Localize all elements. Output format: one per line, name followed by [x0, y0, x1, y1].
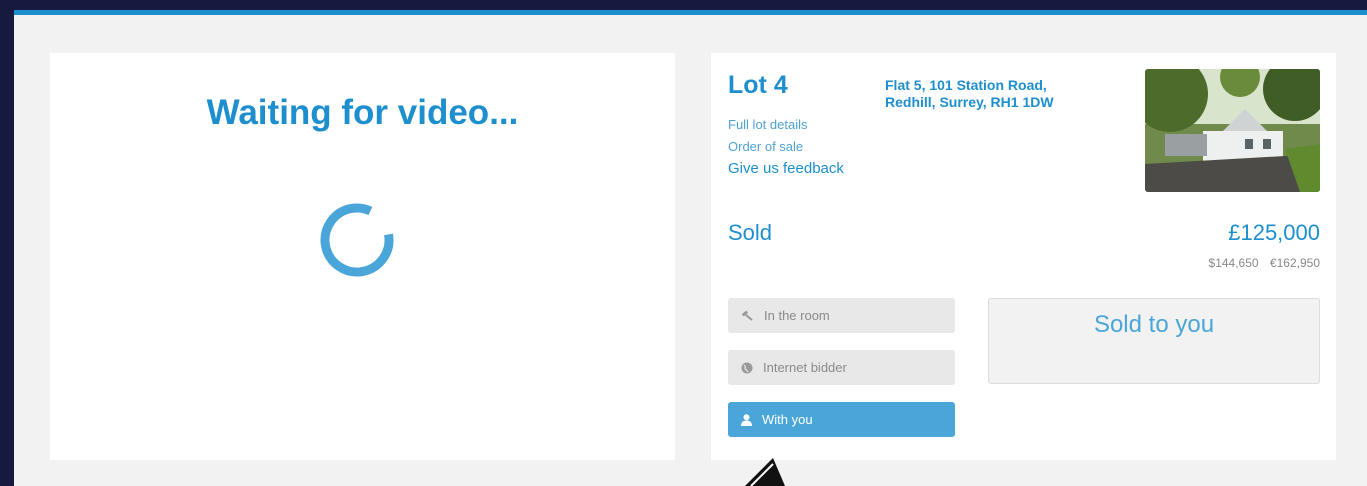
user-icon	[741, 413, 752, 426]
full-lot-details-link[interactable]: Full lot details	[728, 117, 807, 132]
mouse-pointer-icon	[745, 458, 785, 486]
lot-panel: Lot 4 Full lot details Order of sale Giv…	[711, 53, 1336, 460]
lot-title: Lot 4	[728, 71, 788, 99]
gavel-icon	[742, 310, 753, 321]
globe-icon	[741, 362, 753, 373]
bidder-room-label: In the room	[764, 308, 830, 323]
sold-to-you-panel: Sold to you	[988, 298, 1320, 384]
bidder-internet-label: Internet bidder	[763, 360, 847, 375]
lot-price: £125,000	[1228, 220, 1320, 245]
address-line-1: Flat 5, 101 Station Road,	[885, 77, 1047, 93]
property-photo	[1145, 69, 1320, 192]
bidder-internet: Internet bidder	[728, 350, 955, 385]
bidder-with-you: With you	[728, 402, 955, 437]
auction-frame: Waiting for video... Lot 4 Full lot deta…	[14, 10, 1367, 486]
feedback-link[interactable]: Give us feedback	[728, 160, 844, 177]
bidder-in-the-room: In the room	[728, 298, 955, 333]
lot-address: Flat 5, 101 Station Road, Redhill, Surre…	[885, 77, 1115, 111]
loading-spinner-icon	[320, 203, 394, 277]
order-of-sale-link[interactable]: Order of sale	[728, 139, 803, 154]
converted-prices: $144,650 €162,950	[1201, 256, 1320, 270]
video-status-title: Waiting for video...	[206, 93, 519, 132]
price-usd: $144,650	[1208, 256, 1259, 270]
bidder-you-label: With you	[762, 412, 813, 427]
price-eur: €162,950	[1269, 256, 1320, 270]
address-line-2: Redhill, Surrey, RH1 1DW	[885, 94, 1054, 110]
lot-status: Sold	[728, 220, 773, 245]
video-panel: Waiting for video...	[50, 53, 675, 460]
